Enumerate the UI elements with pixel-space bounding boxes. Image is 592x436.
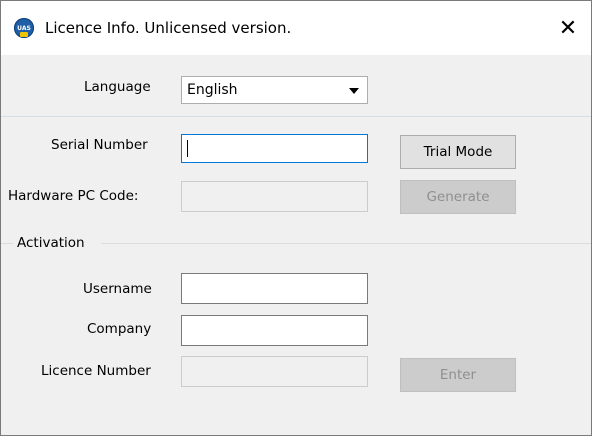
close-button[interactable]: ✕ [545, 1, 591, 55]
company-label: Company [87, 321, 152, 337]
licence-number-label: Licence Number [41, 363, 151, 379]
app-logo-text: UAS [17, 24, 31, 32]
title-bar: UAS Licence Info. Unlicensed version. ✕ [1, 1, 591, 55]
activation-group-line [101, 243, 591, 244]
app-logo-accent [20, 32, 28, 37]
enter-button: Enter [400, 358, 516, 392]
app-logo-icon: UAS [14, 18, 34, 38]
licence-number-field [182, 357, 367, 386]
hardware-pc-code-field [182, 182, 367, 211]
dropdown-arrow-icon [349, 88, 359, 94]
generate-button: Generate [400, 180, 516, 214]
hardware-pc-code-label: Hardware PC Code: [8, 188, 139, 204]
activation-group-label: Activation [17, 235, 85, 251]
serial-number-field[interactable] [182, 135, 367, 162]
company-field[interactable] [182, 316, 367, 345]
language-selected-value: English [187, 82, 238, 98]
serial-number-input[interactable] [181, 134, 368, 163]
username-label: Username [83, 281, 152, 297]
licence-dialog: UAS Licence Info. Unlicensed version. ✕ … [0, 0, 592, 436]
username-input[interactable] [181, 273, 368, 304]
section-divider [1, 116, 591, 117]
window-title: Licence Info. Unlicensed version. [45, 19, 292, 37]
hardware-pc-code-input [181, 181, 368, 212]
trial-mode-button[interactable]: Trial Mode [400, 135, 516, 169]
serial-number-label: Serial Number [51, 137, 148, 153]
close-icon: ✕ [558, 15, 578, 41]
licence-number-input [181, 356, 368, 387]
language-label: Language [84, 79, 151, 95]
username-field[interactable] [182, 274, 367, 303]
language-select[interactable]: English [181, 76, 368, 104]
activation-group-line-left [1, 243, 13, 244]
company-input[interactable] [181, 315, 368, 346]
text-caret [187, 140, 188, 157]
